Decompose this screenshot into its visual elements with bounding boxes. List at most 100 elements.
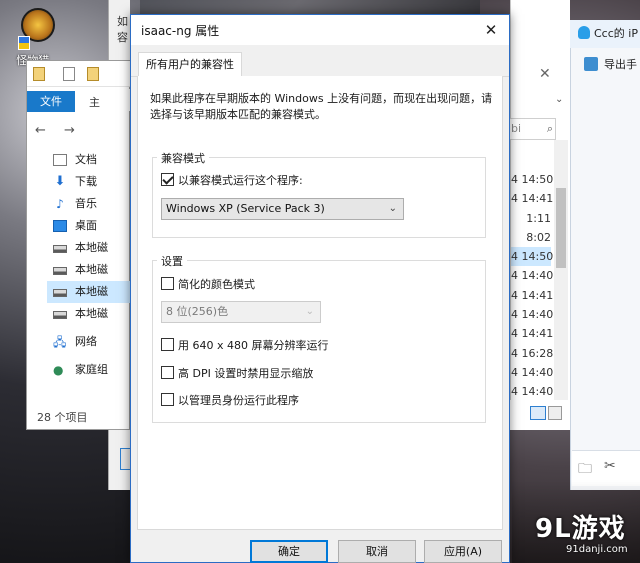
drive-icon [53, 311, 67, 319]
nav-item-label: 网络 [75, 335, 97, 348]
folder-icon[interactable]: 🗀 [578, 458, 592, 482]
color-depth-select-value: 8 位(256)色 [166, 305, 229, 318]
list-item-time[interactable]: 4 14:40 [511, 363, 553, 382]
background-dialog-text: 如 容 [117, 14, 128, 46]
close-icon[interactable]: ✕ [480, 19, 502, 41]
quick-access-toolbar [27, 61, 131, 87]
nav-item-documents[interactable]: 文档 [47, 149, 131, 171]
reduced-color-checkbox[interactable] [161, 277, 174, 290]
list-item-time[interactable]: 4 14:41 [511, 189, 553, 208]
back-arrow-icon[interactable]: ← [35, 123, 46, 138]
dpi-scaling-checkbox[interactable] [161, 366, 174, 379]
nav-item-local-disk[interactable]: 本地磁 [47, 281, 131, 303]
watermark-logo: 9L游戏 [535, 514, 626, 544]
expand-ribbon-icon[interactable]: ⌄ [555, 94, 563, 105]
nav-arrows: ← → [35, 123, 75, 138]
compat-mode-checkbox[interactable] [161, 173, 174, 186]
run-as-admin-label: 以管理员身份运行此程序 [178, 394, 299, 407]
ok-button[interactable]: 确定 [250, 540, 328, 563]
list-item-time[interactable]: 8:02 [511, 228, 551, 247]
chevron-down-icon: ⌄ [388, 203, 397, 214]
list-item-time[interactable]: 4 14:41 [511, 324, 553, 343]
modified-time-column: 4 14:50 4 14:41 1:11 8:02 4 14:50 4 14:4… [511, 170, 553, 402]
resolution-640-row[interactable]: 用 640 x 480 屏幕分辨率运行 [161, 337, 329, 353]
music-icon: ♪ [56, 197, 64, 211]
apply-button[interactable]: 应用(A) [424, 540, 502, 563]
nav-item-downloads[interactable]: ⬇ 下载 [47, 171, 131, 193]
color-depth-select[interactable]: 8 位(256)色 ⌄ [161, 301, 321, 323]
nav-item-label: 音乐 [75, 197, 97, 210]
list-item-time[interactable]: 1:11 [511, 209, 551, 228]
list-item-time[interactable]: 4 14:40 [511, 305, 553, 324]
compat-mode-checkbox-row[interactable]: 以兼容模式运行这个程序: [161, 172, 303, 188]
nav-item-label: 本地磁 [75, 285, 108, 298]
qq-window-title: Ccc的 iP [570, 20, 640, 48]
list-item-time[interactable]: 4 14:40 [511, 382, 553, 401]
nav-item-local-disk[interactable]: 本地磁 [47, 237, 131, 259]
resolution-640-checkbox[interactable] [161, 338, 174, 351]
qq-penguin-icon [578, 26, 590, 39]
drive-icon [53, 267, 67, 275]
reduced-color-label: 简化的颜色模式 [178, 278, 255, 291]
nav-item-label: 桌面 [75, 219, 97, 232]
nav-item-desktop[interactable]: 桌面 [47, 215, 131, 237]
dpi-scaling-row[interactable]: 高 DPI 设置时禁用显示缩放 [161, 365, 313, 381]
nav-item-label: 文档 [75, 153, 97, 166]
run-as-admin-checkbox[interactable] [161, 393, 174, 406]
folder-icon[interactable] [33, 67, 45, 81]
tab-all-users-compatibility[interactable]: 所有用户的兼容性 [138, 52, 242, 77]
background-text-line: 如 [117, 15, 128, 28]
list-item-time[interactable]: 4 14:50 [511, 247, 553, 267]
list-item-time[interactable]: 4 14:40 [511, 266, 553, 285]
close-icon[interactable]: ✕ [539, 66, 551, 82]
forward-arrow-icon[interactable]: → [64, 123, 75, 138]
nav-item-label: 下载 [75, 175, 97, 188]
homegroup-icon: ● [53, 363, 64, 377]
desktop-game-icon[interactable]: 怪物猎... [14, 8, 62, 68]
settings-group-label: 设置 [157, 253, 187, 269]
background-text-line: 容 [117, 31, 128, 44]
properties-icon[interactable] [63, 67, 75, 81]
search-input[interactable]: bi ⌕ [508, 118, 556, 140]
drive-icon [53, 245, 67, 253]
scrollbar-thumb[interactable] [556, 188, 566, 268]
scissors-icon[interactable]: ✂ [604, 458, 616, 474]
search-icon: ⌕ [546, 122, 553, 135]
nav-item-label: 家庭组 [75, 363, 108, 376]
network-icon: 🖧 [53, 335, 67, 349]
ribbon-tab-home[interactable]: 主 [89, 94, 100, 110]
nav-item-label: 本地磁 [75, 307, 108, 320]
nav-item-network[interactable]: 🖧 网络 [47, 331, 131, 353]
list-item-time[interactable]: 4 14:41 [511, 286, 553, 305]
file-explorer-window: 文件 主 ← → 文档 ⬇ 下载 ♪ 音乐 桌面 本地磁 本地磁 本地磁 本地磁 🖧… [26, 60, 131, 430]
compat-os-select[interactable]: Windows XP (Service Pack 3) ⌄ [161, 198, 404, 220]
desktop-icon [53, 220, 67, 232]
drive-icon [53, 289, 67, 297]
nav-item-local-disk[interactable]: 本地磁 [47, 303, 131, 325]
navigation-pane: 文档 ⬇ 下载 ♪ 音乐 桌面 本地磁 本地磁 本地磁 本地磁 🖧 网络 ● 家庭组 [47, 149, 131, 381]
item-count-status: 28 个项目 [37, 411, 88, 424]
search-placeholder: bi [511, 122, 522, 135]
cancel-button[interactable]: 取消 [338, 540, 416, 563]
export-icon [584, 57, 598, 71]
list-item-time[interactable]: 4 14:50 [511, 170, 553, 189]
list-item-time[interactable]: 4 16:28 [511, 344, 553, 363]
nav-item-homegroup[interactable]: ● 家庭组 [47, 359, 131, 381]
run-as-admin-row[interactable]: 以管理员身份运行此程序 [161, 392, 299, 408]
resolution-640-label: 用 640 x 480 屏幕分辨率运行 [178, 339, 329, 352]
details-view-icon[interactable] [530, 406, 546, 420]
nav-item-local-disk[interactable]: 本地磁 [47, 259, 131, 281]
export-button[interactable]: 导出手 [584, 56, 637, 72]
nav-item-music[interactable]: ♪ 音乐 [47, 193, 131, 215]
vertical-scrollbar[interactable] [554, 140, 568, 400]
ribbon-tab-file[interactable]: 文件 [27, 91, 75, 112]
reduced-color-row[interactable]: 简化的颜色模式 [161, 276, 255, 292]
watermark-url: 91danji.com [566, 544, 628, 555]
uac-shield-icon [18, 36, 30, 50]
large-icons-view-icon[interactable] [548, 406, 562, 420]
dpi-scaling-label: 高 DPI 设置时禁用显示缩放 [178, 367, 314, 380]
export-label: 导出手 [604, 58, 637, 71]
qq-window [570, 20, 640, 490]
document-icon [53, 154, 67, 166]
new-folder-icon[interactable] [87, 67, 99, 81]
